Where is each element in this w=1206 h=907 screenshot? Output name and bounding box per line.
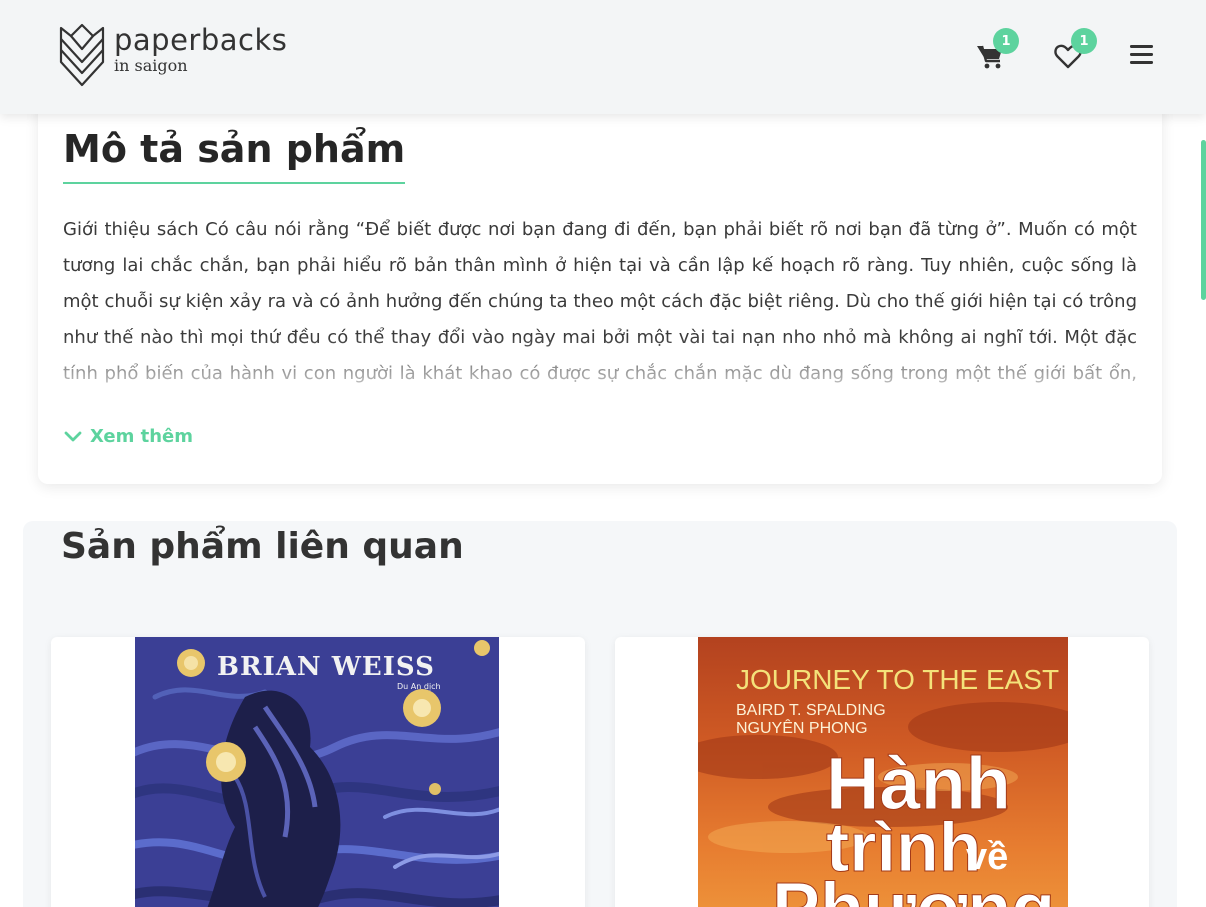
logo[interactable]: paperbacks in saigon [58,22,287,88]
logo-name: paperbacks [114,23,288,57]
cover-author: BRIAN WEISS [217,652,435,682]
wishlist-count-badge: 1 [1071,28,1097,54]
book-logo-icon [59,23,105,87]
logo-subtitle: in saigon [114,56,188,75]
cart-count-badge: 1 [993,28,1019,54]
description-title: Mô tả sản phẩm [63,126,406,184]
cover-title-line-4: Phương [772,869,1055,907]
cover-author-2: NGUYÊN PHONG [736,718,868,737]
book-cover-image[interactable]: BRIAN WEISS Du An dịch [135,637,499,907]
product-card[interactable]: JOURNEY TO THE EAST BAIRD T. SPALDING NG… [615,637,1149,907]
see-more-button[interactable]: Xem thêm [64,426,193,447]
see-more-label: Xem thêm [90,426,194,447]
menu-button[interactable] [1126,40,1158,72]
site-header: paperbacks in saigon 1 1 [0,0,1206,114]
product-card[interactable]: BRIAN WEISS Du An dịch [51,637,585,907]
wishlist-button[interactable]: 1 [1052,28,1097,72]
chevron-down-icon [64,431,82,441]
book-cover-art: JOURNEY TO THE EAST BAIRD T. SPALDING NG… [698,637,1068,907]
scroll-indicator[interactable] [1201,140,1206,300]
related-products-section: Sản phẩm liên quan BRIAN WEISS Du An dịc… [23,521,1177,907]
cart-button[interactable]: 1 [974,28,1019,72]
cover-translator: Du An dịch [397,682,441,692]
book-cover-image[interactable]: JOURNEY TO THE EAST BAIRD T. SPALDING NG… [698,637,1068,907]
product-description-card: Mô tả sản phẩm Giới thiệu sách Có câu nó… [38,100,1162,484]
description-text: Giới thiệu sách Có câu nói rằng “Để biết… [63,219,1137,384]
related-products-title: Sản phẩm liên quan [61,526,464,567]
hamburger-menu-icon [1130,45,1153,64]
book-cover-art: BRIAN WEISS Du An dịch [135,637,499,907]
cover-author-1: BAIRD T. SPALDING [736,702,886,719]
cover-series: JOURNEY TO THE EAST [736,664,1059,695]
